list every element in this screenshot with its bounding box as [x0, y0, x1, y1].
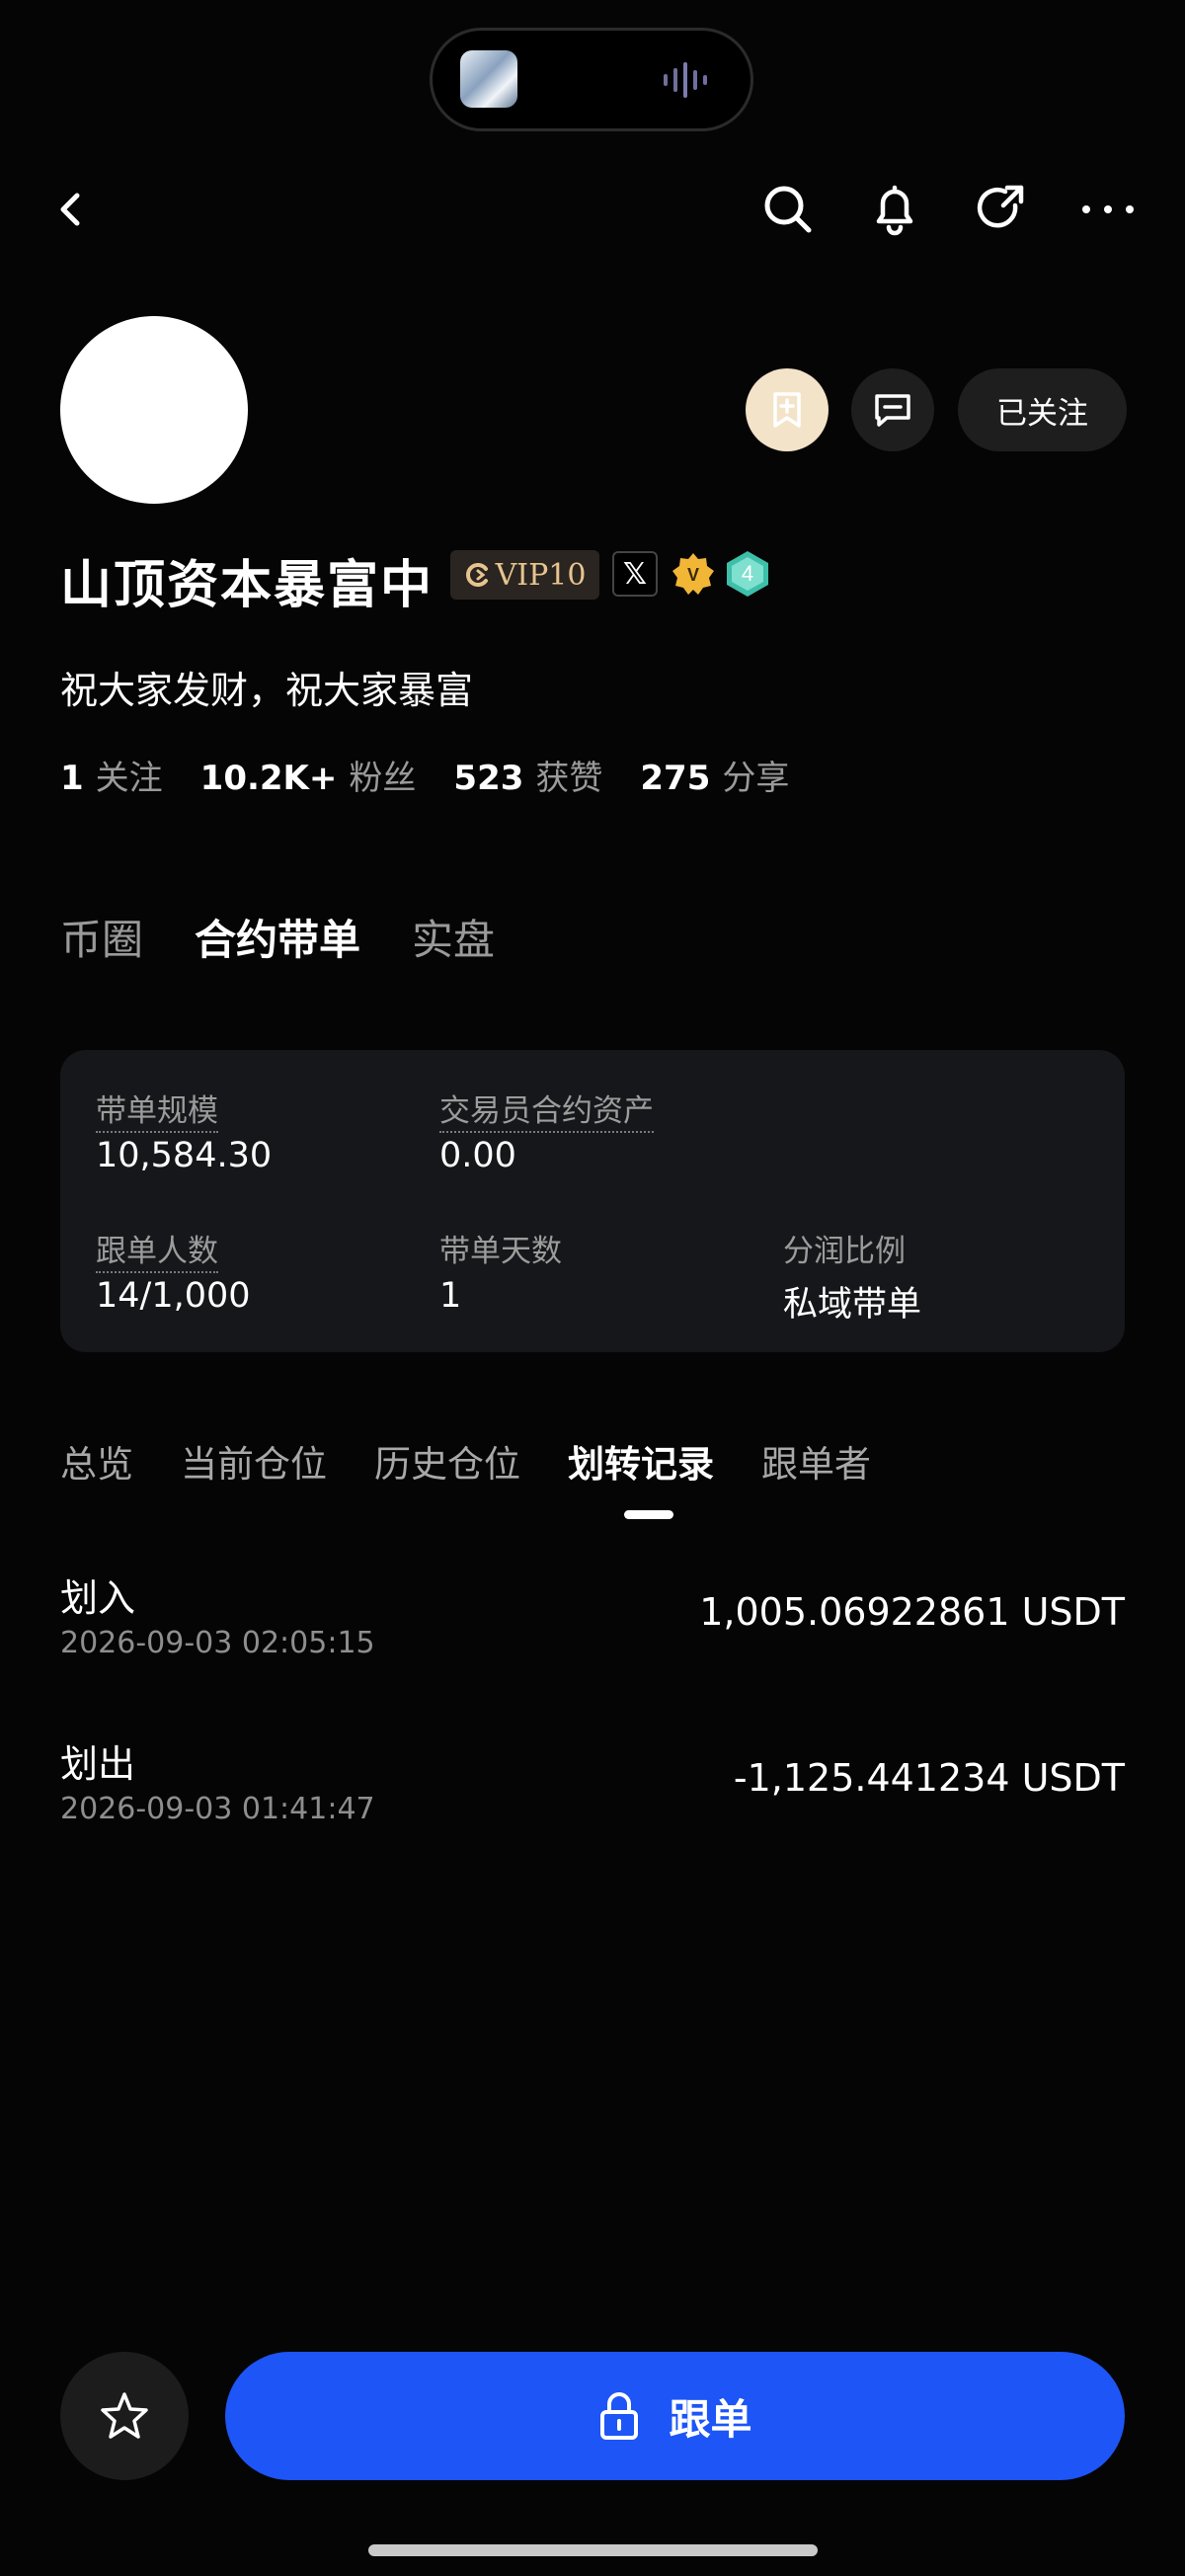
- following-count[interactable]: 1: [60, 759, 84, 798]
- fans-count[interactable]: 10.2K+: [200, 759, 338, 798]
- avatar[interactable]: [60, 316, 248, 504]
- metric-days-label: 带单天数: [439, 1234, 562, 1269]
- tab-copiers[interactable]: 跟单者: [761, 1434, 871, 1488]
- trader-name: 山顶资本暴富中: [60, 556, 434, 615]
- sub-tabs: 总览 当前仓位 历史仓位 划转记录 跟单者: [60, 1434, 871, 1488]
- now-playing-artwork: [460, 50, 517, 108]
- bell-icon[interactable]: [863, 178, 926, 241]
- lock-icon: [600, 2392, 639, 2440]
- metric-profit-share-value: 私域带单: [783, 1285, 922, 1325]
- x-logo-icon: 𝕏: [622, 556, 648, 592]
- audio-wave-icon: [664, 62, 707, 98]
- record-time: 2026-09-03 02:05:15: [60, 1626, 375, 1660]
- metric-scale-label[interactable]: 带单规模: [96, 1093, 218, 1133]
- vip-label: VIP10: [495, 557, 587, 593]
- list-item: 划入 2026-09-03 02:05:15: [60, 1568, 375, 1660]
- svg-text:V: V: [687, 565, 699, 585]
- metric-profit-share-label: 分润比例: [783, 1234, 906, 1269]
- tab-transfer-records[interactable]: 划转记录: [568, 1434, 714, 1488]
- record-type: 划入: [60, 1576, 136, 1620]
- following-button[interactable]: 已关注: [958, 368, 1127, 451]
- tab-overview[interactable]: 总览: [60, 1434, 133, 1488]
- record-type: 划出: [60, 1742, 136, 1786]
- favorite-button[interactable]: [60, 2352, 189, 2480]
- bookmark-add-icon: [773, 392, 801, 428]
- metric-assets-label[interactable]: 交易员合约资产: [439, 1093, 654, 1133]
- record-amount: -1,125.441234 USDT: [733, 1756, 1125, 1800]
- shares-count: 275: [640, 759, 711, 798]
- verified-badge-icon[interactable]: V: [670, 550, 717, 598]
- list-item: 划出 2026-09-03 01:41:47: [60, 1733, 375, 1826]
- copy-trade-label: 跟单: [669, 2394, 752, 2444]
- home-indicator[interactable]: [368, 2544, 818, 2556]
- tab-current-positions[interactable]: 当前仓位: [181, 1434, 327, 1488]
- metric-followers: 跟单人数 14/1,000: [96, 1226, 251, 1316]
- metric-followers-label[interactable]: 跟单人数: [96, 1234, 218, 1273]
- more-icon[interactable]: [1076, 178, 1140, 241]
- tab-copy-trading[interactable]: 合约带单: [195, 907, 360, 967]
- level-badge-icon[interactable]: 4: [723, 548, 772, 600]
- tab-live-trading[interactable]: 实盘: [412, 907, 495, 967]
- svg-text:4: 4: [742, 561, 753, 586]
- bio-text: 祝大家发财，祝大家暴富: [60, 669, 474, 712]
- copy-trading-metrics-card: 带单规模 10,584.30 交易员合约资产 0.00 跟单人数 14/1,00…: [60, 1050, 1125, 1352]
- vip-logo-icon: [465, 563, 488, 587]
- shares-label: 分享: [722, 759, 790, 798]
- x-account-badge[interactable]: 𝕏: [612, 551, 658, 597]
- share-icon[interactable]: [970, 178, 1033, 241]
- tab-position-history[interactable]: 历史仓位: [374, 1434, 520, 1488]
- metric-scale-value: 10,584.30: [96, 1136, 273, 1175]
- back-arrow-icon[interactable]: [40, 178, 103, 241]
- search-icon[interactable]: [756, 178, 820, 241]
- dynamic-island[interactable]: [430, 28, 753, 131]
- message-icon: [875, 394, 910, 427]
- metric-days-value: 1: [439, 1276, 462, 1316]
- profile-stats: 1 关注 10.2K+ 粉丝 523 获赞 275 分享: [60, 751, 827, 799]
- metric-assets: 交易员合约资产 0.00: [439, 1086, 654, 1175]
- fans-label[interactable]: 粉丝: [349, 751, 416, 799]
- metric-assets-value: 0.00: [439, 1136, 516, 1175]
- main-tabs: 币圈 合约带单 实盘: [60, 907, 495, 967]
- metric-days: 带单天数 1: [439, 1226, 562, 1316]
- message-button[interactable]: [851, 368, 934, 451]
- star-icon: [101, 2392, 148, 2439]
- metric-profit-share: 分润比例 私域带单: [783, 1226, 921, 1327]
- tab-crypto-circle[interactable]: 币圈: [60, 907, 143, 967]
- following-label[interactable]: 关注: [96, 751, 163, 799]
- record-amount: 1,005.06922861 USDT: [699, 1590, 1125, 1634]
- vip-badge[interactable]: VIP10: [450, 550, 599, 600]
- bookmark-button[interactable]: [746, 368, 829, 451]
- active-tab-indicator: [624, 1510, 673, 1519]
- metric-scale: 带单规模 10,584.30: [96, 1086, 272, 1175]
- record-time: 2026-09-03 01:41:47: [60, 1792, 375, 1826]
- metric-followers-value: 14/1,000: [96, 1276, 251, 1316]
- copy-trade-button[interactable]: 跟单: [225, 2352, 1125, 2480]
- likes-count: 523: [453, 759, 524, 798]
- likes-label: 获赞: [535, 759, 603, 798]
